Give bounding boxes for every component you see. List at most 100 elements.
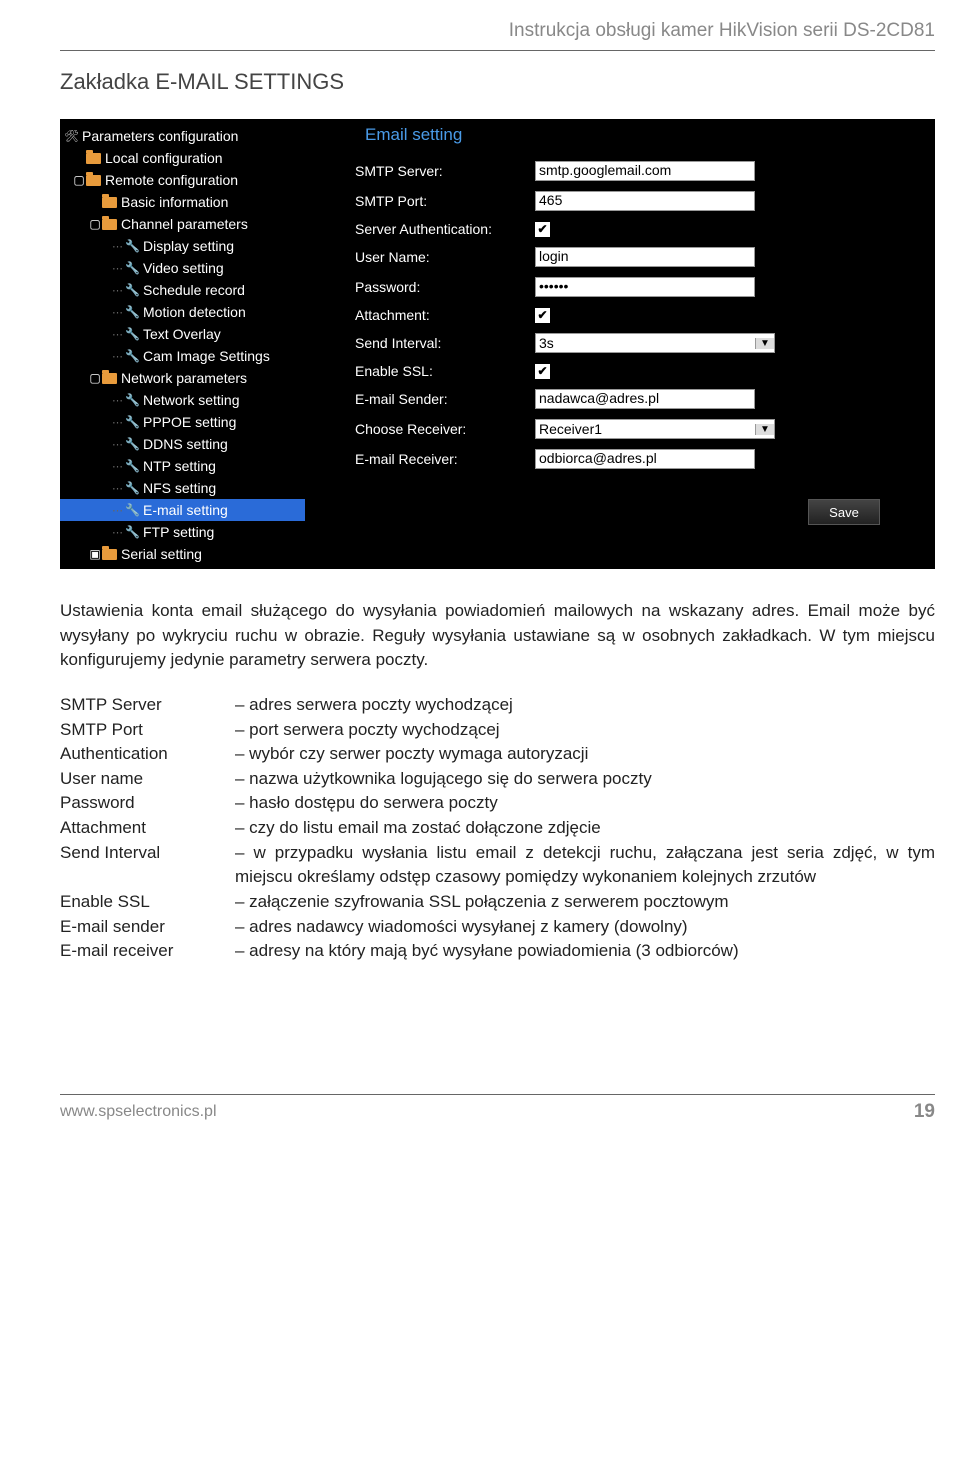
tree-connector: ⋯ xyxy=(112,284,123,297)
description-paragraph: Ustawienia konta email służącego do wysy… xyxy=(60,599,935,673)
enable-ssl-checkbox[interactable]: ✔ xyxy=(535,364,550,379)
wrench-icon: 🔧 xyxy=(125,349,139,363)
choose-receiver-select[interactable]: Receiver1▼ xyxy=(535,419,775,439)
tree-connector: ⋯ xyxy=(112,394,123,407)
wrench-icon: 🔧 xyxy=(125,327,139,341)
tree-item[interactable]: ⋯🔧 PPPOE setting xyxy=(60,411,305,433)
page-footer: www.spselectronics.pl 19 xyxy=(60,1094,935,1123)
server-auth-checkbox[interactable]: ✔ xyxy=(535,222,550,237)
def-term: Attachment xyxy=(60,816,235,841)
tree-connector: ⋯ xyxy=(112,240,123,253)
tree-label: Video setting xyxy=(143,260,224,276)
header-divider xyxy=(60,50,935,51)
def-desc: – załączenie szyfrowania SSL połączenia … xyxy=(235,890,935,915)
def-desc: – hasło dostępu do serwera poczty xyxy=(235,791,935,816)
tree-item[interactable]: Local configuration xyxy=(60,147,305,169)
tree-label: Network parameters xyxy=(121,370,247,386)
smtp-server-input[interactable]: smtp.googlemail.com xyxy=(535,161,755,181)
tree-item[interactable]: ▢ Network parameters xyxy=(60,367,305,389)
tree-connector: ⋯ xyxy=(112,504,123,517)
chevron-down-icon: ▼ xyxy=(755,424,774,435)
send-interval-select[interactable]: 3s▼ xyxy=(535,333,775,353)
tree-item[interactable]: ⋯🔧Motion detection xyxy=(60,301,305,323)
tree-item[interactable]: ⋯🔧NFS setting xyxy=(60,477,305,499)
tree-label: NFS setting xyxy=(143,480,216,496)
smtp-port-label: SMTP Port: xyxy=(355,193,535,209)
section-title: Zakładka E-MAIL SETTINGS xyxy=(60,69,960,95)
smtp-port-input[interactable]: 465 xyxy=(535,191,755,211)
expand-icon: ▢ xyxy=(72,173,86,187)
tree-connector: ⋯ xyxy=(112,482,123,495)
tree-item[interactable]: ▢Channel parameters xyxy=(60,213,305,235)
wrench-icon: 🔧 xyxy=(125,503,139,517)
tree-item[interactable]: ⋯🔧 Text Overlay xyxy=(60,323,305,345)
tree-connector: ⋯ xyxy=(112,416,123,429)
folder-icon xyxy=(86,175,101,186)
choose-receiver-label: Choose Receiver: xyxy=(355,421,535,437)
expand-icon: ▢ xyxy=(88,217,102,231)
tree-label: Motion detection xyxy=(143,304,246,320)
def-desc: – nazwa użytkownika logującego się do se… xyxy=(235,767,935,792)
tree-label: E-mail setting xyxy=(143,502,228,518)
expand-icon: ▣ xyxy=(88,547,102,561)
tree-item[interactable]: ⋯🔧Schedule record xyxy=(60,279,305,301)
tree-item[interactable]: ⋯🔧Cam Image Settings xyxy=(60,345,305,367)
username-label: User Name: xyxy=(355,249,535,265)
definitions-list: SMTP Server– adres serwera poczty wychod… xyxy=(60,693,935,964)
select-value: 3s xyxy=(536,335,755,351)
def-term: E-mail receiver xyxy=(60,939,235,964)
tree-item[interactable]: ⋯🔧Network setting xyxy=(60,389,305,411)
password-input[interactable]: •••••• xyxy=(535,277,755,297)
def-term: SMTP Port xyxy=(60,718,235,743)
attachment-label: Attachment: xyxy=(355,307,535,323)
page-number: 19 xyxy=(914,1101,935,1123)
tree-connector: ⋯ xyxy=(112,526,123,539)
footer-url: www.spselectronics.pl xyxy=(60,1103,217,1121)
tree-item[interactable]: ⋯🔧FTP setting xyxy=(60,521,305,543)
tree-item[interactable]: ⋯🔧 Video setting xyxy=(60,257,305,279)
tree-label: Text Overlay xyxy=(143,326,221,342)
tree-item[interactable]: ⋯🔧NTP setting xyxy=(60,455,305,477)
wrench-icon: 🔧 xyxy=(125,283,139,297)
def-term: Enable SSL xyxy=(60,890,235,915)
tree-label: Local configuration xyxy=(105,150,223,166)
wrench-icon: 🔧 xyxy=(125,261,139,275)
server-auth-label: Server Authentication: xyxy=(355,221,535,237)
def-term: User name xyxy=(60,767,235,792)
tree-connector: ⋯ xyxy=(112,262,123,275)
def-desc: – czy do listu email ma zostać dołączone… xyxy=(235,816,935,841)
tree-item[interactable]: Basic information xyxy=(60,191,305,213)
tree-label: PPPOE setting xyxy=(143,414,236,430)
def-desc: – w przypadku wysłania listu email z det… xyxy=(235,841,935,890)
email-sender-input[interactable]: nadawca@adres.pl xyxy=(535,389,755,409)
email-receiver-input[interactable]: odbiorca@adres.pl xyxy=(535,449,755,469)
tree-item[interactable]: ▣Serial setting xyxy=(60,543,305,565)
wrench-icon: 🔧 xyxy=(125,415,139,429)
tree-item[interactable]: ▢ Remote configuration xyxy=(60,169,305,191)
tree-item-email[interactable]: ⋯🔧 E-mail setting xyxy=(60,499,305,521)
tree-label: Cam Image Settings xyxy=(143,348,270,364)
tree-label: Remote configuration xyxy=(105,172,238,188)
wrench-icon: 🔧 xyxy=(125,239,139,253)
def-term: E-mail sender xyxy=(60,915,235,940)
tree-item[interactable]: ⋯🔧 Display setting xyxy=(60,235,305,257)
enable-ssl-label: Enable SSL: xyxy=(355,363,535,379)
wrench-icon: 🔧 xyxy=(125,305,139,319)
tree-label: DDNS setting xyxy=(143,436,228,452)
def-desc: – adres nadawcy wiadomości wysyłanej z k… xyxy=(235,915,935,940)
save-button[interactable]: Save xyxy=(808,499,880,525)
folder-icon xyxy=(102,373,117,384)
form-title: Email setting xyxy=(365,125,925,145)
wrench-icon: 🔧 xyxy=(125,459,139,473)
expand-icon: ▢ xyxy=(88,371,102,385)
tree-root[interactable]: 🛠Parameters configuration xyxy=(60,125,305,147)
attachment-checkbox[interactable]: ✔ xyxy=(535,308,550,323)
tree-connector: ⋯ xyxy=(112,328,123,341)
tree-connector: ⋯ xyxy=(112,438,123,451)
tree-label: Display setting xyxy=(143,238,234,254)
tree-item[interactable]: ⋯🔧DDNS setting xyxy=(60,433,305,455)
email-sender-label: E-mail Sender: xyxy=(355,391,535,407)
username-input[interactable]: login xyxy=(535,247,755,267)
folder-icon xyxy=(102,219,117,230)
page-header: Instrukcja obsługi kamer HikVision serii… xyxy=(0,0,960,50)
